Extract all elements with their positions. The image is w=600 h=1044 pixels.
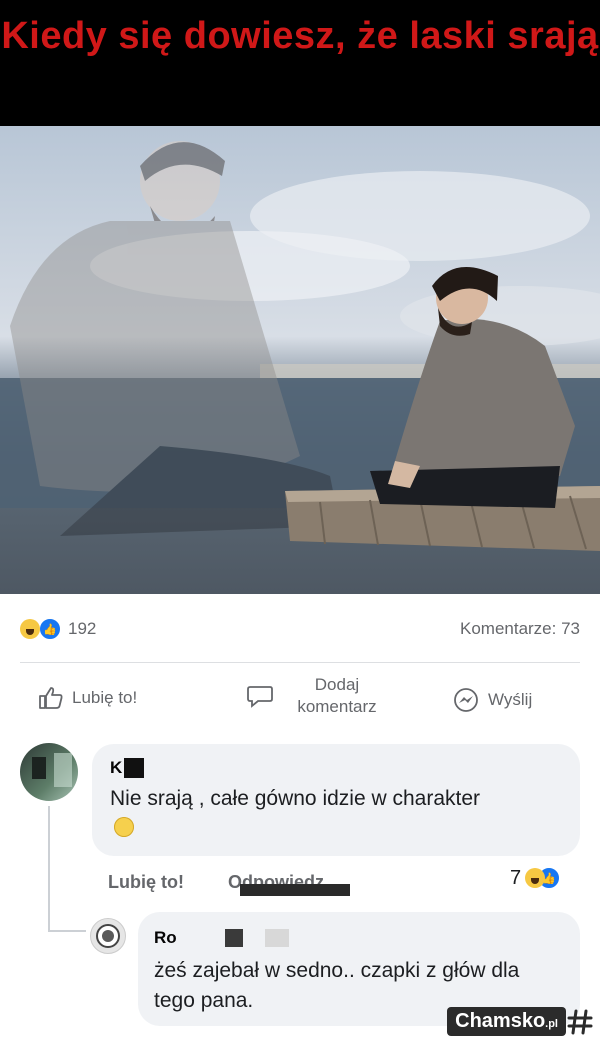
redaction-block — [264, 929, 289, 947]
thread-line — [48, 806, 50, 932]
reply-author[interactable]: Ro — [154, 928, 177, 948]
avatar[interactable] — [90, 918, 126, 954]
reaction-count: 192 — [68, 619, 97, 638]
comment-bubble: K Nie srają , całe gówno idzie w charakt… — [92, 744, 580, 856]
watermark-logo: Chamsko.pl — [447, 1007, 566, 1036]
avatar-image — [32, 753, 72, 787]
comment-like-button[interactable]: Lubię to! — [108, 872, 184, 893]
avatar-image — [96, 924, 120, 948]
comments-count-link[interactable]: Komentarze: 73 — [460, 619, 580, 639]
comment-text: Nie srają , całe gówno idzie w charakter — [110, 784, 480, 844]
thread-connector — [48, 930, 86, 932]
reactions-summary[interactable]: 👍 192 — [20, 616, 96, 642]
redaction-block — [240, 884, 350, 896]
comment-reactions[interactable]: 7 👍 — [510, 866, 562, 890]
comment-button[interactable]: Dodaj komentarz — [246, 674, 392, 718]
comment-bubble-icon — [247, 686, 273, 708]
like-button-label: Lubię to! — [72, 688, 138, 707]
meme-caption-banner: Kiedy się dowiesz, że laski srają — [0, 0, 600, 126]
like-reaction-icon: 👍 — [38, 617, 62, 641]
thumbs-up-icon — [39, 687, 63, 709]
comment-reaction-count: 7 — [510, 866, 522, 889]
meme-photo — [0, 126, 600, 594]
meme-photo-illustration — [0, 141, 600, 551]
messenger-icon — [454, 688, 478, 712]
send-button-label: Wyślij — [488, 690, 533, 709]
redaction-block — [124, 758, 145, 778]
watermark-tld: .pl — [545, 1018, 558, 1030]
smiley-emoji-icon — [114, 817, 134, 837]
haha-reaction-icon — [525, 868, 546, 888]
post-action-bar: Lubię to! Dodaj komentarz Wyślij — [0, 672, 600, 728]
divider — [20, 662, 580, 663]
avatar[interactable] — [20, 743, 78, 801]
send-button[interactable]: Wyślij — [452, 686, 532, 714]
comment-button-label: Dodaj komentarz — [297, 675, 377, 716]
haha-reaction-icon — [20, 619, 40, 639]
hashtag-icon — [567, 1009, 593, 1034]
meme-caption: Kiedy się dowiesz, że laski srają — [1, 15, 599, 57]
redaction-block — [224, 929, 243, 947]
site-watermark: Chamsko.pl — [447, 1007, 594, 1036]
comment-text-content: Nie srają , całe gówno idzie w charakter — [110, 787, 481, 810]
comment-author[interactable]: K — [110, 758, 122, 778]
watermark-brand: Chamsko — [455, 1010, 546, 1032]
like-button[interactable]: Lubię to! — [38, 686, 137, 710]
